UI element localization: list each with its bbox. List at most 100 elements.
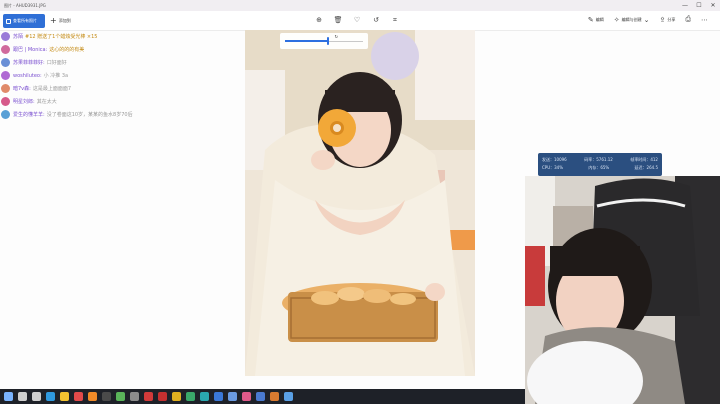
stats-row: 发送：10096 码率：5761.12 帧率时间：412 [542, 156, 658, 164]
avatar[interactable] [1, 58, 10, 67]
chat-text: 没了卷面这10岁，某某的鱼水8岁70后 [46, 112, 133, 118]
app-teal-icon[interactable] [200, 392, 209, 401]
app-store-icon[interactable] [256, 392, 265, 401]
chat-text: 这心的的的有美 [49, 47, 85, 53]
see-all-photos-label: 查看所有照片 [13, 18, 37, 23]
edit-create-label: 编辑与创建 [621, 16, 642, 22]
app-green-icon[interactable] [186, 392, 195, 401]
zoom-slider[interactable]: ↻ [280, 33, 368, 49]
app-red-icon[interactable] [74, 392, 83, 401]
favorite-icon[interactable]: ♡ [353, 15, 361, 25]
app-blue-icon[interactable] [214, 392, 223, 401]
chat-username[interactable]: woshiluteo: [13, 73, 42, 79]
chat-text: 口好面好 [46, 60, 67, 66]
chrome-icon[interactable] [116, 392, 125, 401]
stream-stats-panel: 发送：10096 码率：5761.12 帧率时间：412 CPU：34% 内存：… [538, 153, 662, 176]
more-button[interactable]: ⋯ [701, 16, 708, 24]
share-button[interactable]: ⇪ 分享 [660, 16, 676, 24]
chat-username[interactable]: 苏果菲菲菲好: [13, 59, 45, 66]
live-chat-list: 苏陌 #12 赠送了1个蜡烛受光棒 ×15 跟巴 | Monica: 这心的的的有美苏… [1, 31, 191, 122]
stats-cell: 帧率时间：412 [630, 157, 658, 162]
see-all-photos-button[interactable]: 查看所有照片 [3, 14, 45, 28]
chat-username[interactable]: 暗7v森: [13, 85, 31, 92]
add-to-button[interactable]: + 添加到 [50, 14, 71, 28]
delete-icon[interactable]: 🗑 [334, 15, 343, 25]
avatar[interactable] [1, 84, 10, 93]
app-yellow-icon[interactable] [172, 392, 181, 401]
search-icon[interactable] [18, 392, 27, 401]
stats-cell: CPU：34% [542, 165, 564, 170]
photos-app-icon[interactable] [284, 392, 293, 401]
edit-label: 编辑 [595, 16, 604, 22]
desktop-screen: 图片 - AHUD3931.JPG — ☐ ✕ 查看所有照片 + 添加到 ⊕ 🗑… [0, 0, 720, 404]
chat-message: woshiluteo: 小 冷推 3a [1, 70, 191, 81]
toolbar-right-actions: ✎ 编辑 ✧ 编辑与创建 ⌄ ⇪ 分享 ⎙ ⋯ [588, 15, 708, 24]
edit-create-button[interactable]: ✧ 编辑与创建 ⌄ [614, 16, 650, 24]
zoom-slider-handle[interactable] [327, 37, 329, 45]
chat-message: 暗7v森: 这是最上面面面7 [1, 83, 191, 94]
app-orange-icon[interactable] [88, 392, 97, 401]
more-icon: ⋯ [701, 15, 708, 24]
edge-icon[interactable] [46, 392, 55, 401]
app-video-icon[interactable] [270, 392, 279, 401]
photo-viewer-image[interactable] [245, 30, 475, 376]
app-music-icon[interactable] [242, 392, 251, 401]
chat-message: 苏陌 #12 赠送了1个蜡烛受光棒 ×15 [1, 31, 191, 42]
avatar[interactable] [1, 97, 10, 106]
chat-username[interactable]: 爱生的懂羊羊: [13, 111, 45, 118]
rotate-small-icon[interactable]: ↻ [335, 34, 338, 39]
edit-icon: ✎ [587, 15, 594, 24]
webcam-feed [525, 176, 720, 404]
window-controls: — ☐ ✕ [678, 0, 720, 11]
app-photo-icon[interactable] [228, 392, 237, 401]
photos-toolbar: 查看所有照片 + 添加到 ⊕ 🗑 ♡ ↺ ⌗ ✎ 编辑 ✧ 编辑与创建 ⌄ ⇪ [0, 11, 720, 31]
portrait-photo [245, 30, 475, 376]
chat-message: 明星刘郎: 其在太大 [1, 96, 191, 107]
window-title: 图片 - AHUD3931.JPG [4, 2, 46, 8]
print-button[interactable]: ⎙ [685, 15, 691, 24]
explorer-icon[interactable] [60, 392, 69, 401]
avatar[interactable] [1, 110, 10, 119]
windows-taskbar [0, 389, 525, 404]
add-to-label: 添加到 [58, 18, 71, 23]
chat-text: #12 赠送了1个蜡烛受光棒 ×15 [25, 34, 98, 40]
stats-cell: 码率：5761.12 [584, 157, 613, 162]
chat-message: 跟巴 | Monica: 这心的的的有美 [1, 44, 191, 55]
stats-cell: 内存：65% [588, 165, 610, 170]
chat-username[interactable]: 明星刘郎: [13, 98, 35, 105]
chevron-down-icon: ⌄ [643, 15, 650, 24]
chat-text: 小 冷推 3a [43, 73, 69, 79]
maximize-button[interactable]: ☐ [692, 0, 706, 11]
window-titlebar[interactable]: 图片 - AHUD3931.JPG — ☐ ✕ [0, 0, 720, 11]
chat-username[interactable]: 跟巴 | Monica: [13, 46, 47, 53]
close-button[interactable]: ✕ [706, 0, 720, 11]
webcam-image [525, 176, 720, 404]
zoom-in-icon[interactable]: ⊕ [315, 15, 323, 25]
app-red3-icon[interactable] [158, 392, 167, 401]
toolbar-center-actions: ⊕ 🗑 ♡ ↺ ⌗ [315, 15, 399, 25]
chat-text: 这是最上面面面7 [32, 86, 72, 92]
edit-button[interactable]: ✎ 编辑 [588, 16, 604, 24]
avatar[interactable] [1, 71, 10, 80]
crop-icon[interactable]: ⌗ [391, 15, 399, 25]
create-icon: ✧ [613, 15, 620, 24]
zoom-slider-fill [285, 40, 328, 42]
start-icon[interactable] [4, 392, 13, 401]
chat-message: 爱生的懂羊羊: 没了卷面这10岁，某某的鱼水8岁70后 [1, 109, 191, 120]
app-red2-icon[interactable] [144, 392, 153, 401]
avatar[interactable] [1, 32, 10, 41]
avatar[interactable] [1, 45, 10, 54]
app-dark-icon[interactable] [102, 392, 111, 401]
app-grey-icon[interactable] [130, 392, 139, 401]
chat-username[interactable]: 苏陌 [13, 33, 23, 40]
gallery-icon [6, 18, 11, 24]
stats-row: CPU：34% 内存：65% 延迟：264.5 [542, 164, 658, 172]
rotate-icon[interactable]: ↺ [372, 15, 380, 25]
chat-message: 苏果菲菲菲好: 口好面好 [1, 57, 191, 68]
share-label: 分享 [667, 16, 676, 22]
task-view-icon[interactable] [32, 392, 41, 401]
chat-text: 其在太大 [36, 99, 57, 105]
plus-icon: + [50, 16, 57, 25]
print-icon: ⎙ [685, 15, 691, 23]
minimize-button[interactable]: — [678, 0, 692, 11]
